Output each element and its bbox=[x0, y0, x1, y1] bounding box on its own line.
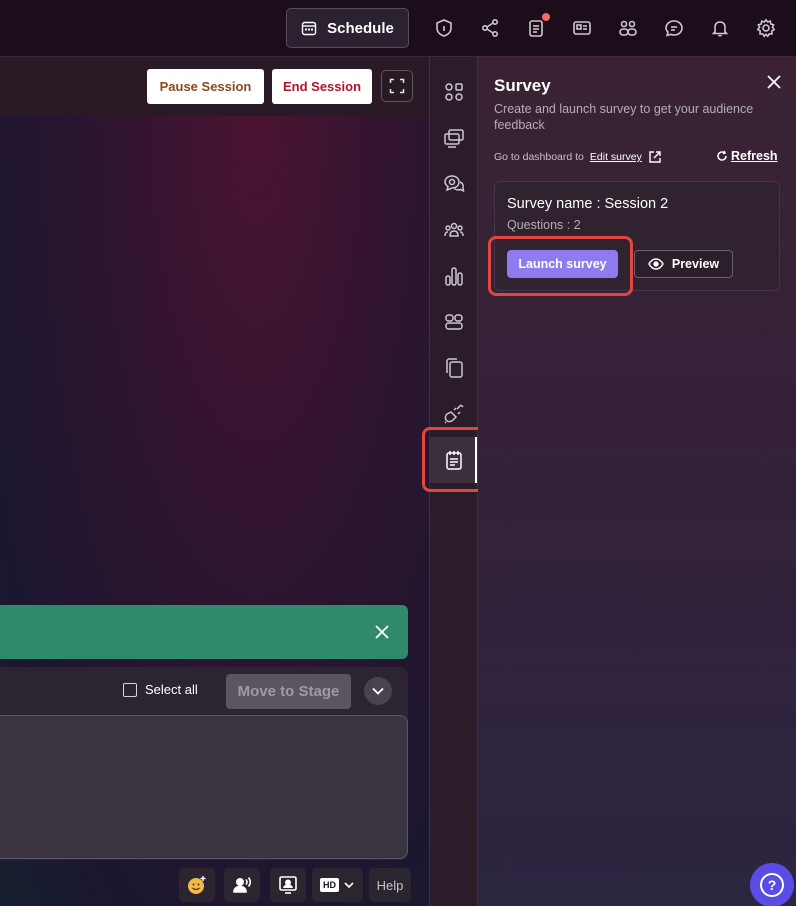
close-icon bbox=[375, 625, 389, 639]
fullscreen-button[interactable] bbox=[381, 70, 413, 102]
help-button[interactable]: Help bbox=[369, 868, 411, 902]
question-icon: ? bbox=[760, 873, 784, 897]
fullscreen-icon bbox=[389, 78, 405, 94]
select-all-checkbox[interactable] bbox=[123, 682, 137, 697]
pause-session-button[interactable]: Pause Session bbox=[147, 69, 264, 104]
preview-button[interactable]: Preview bbox=[634, 250, 733, 278]
notification-banner bbox=[0, 605, 408, 659]
edit-survey-link[interactable]: Edit survey bbox=[590, 151, 642, 163]
presenter-icon bbox=[279, 876, 297, 894]
hd-badge: HD bbox=[320, 878, 339, 892]
survey-name: Survey name : Session 2 bbox=[507, 196, 669, 212]
refresh-label: Refresh bbox=[731, 149, 778, 163]
panel-subtitle: Create and launch survey to get your aud… bbox=[494, 102, 754, 132]
survey-questions: Questions : 2 bbox=[507, 218, 581, 232]
files-icon[interactable] bbox=[440, 354, 468, 382]
reactions-button[interactable] bbox=[179, 868, 215, 902]
attendee-list-box bbox=[0, 715, 408, 859]
chevron-down-icon bbox=[372, 687, 384, 695]
notification-dot bbox=[542, 13, 550, 21]
chat-icon[interactable] bbox=[662, 16, 686, 40]
select-all-control[interactable]: Select all bbox=[123, 682, 198, 697]
expand-button[interactable] bbox=[364, 677, 392, 705]
refresh-icon bbox=[717, 150, 727, 161]
plug-icon[interactable] bbox=[440, 400, 468, 428]
notes-icon[interactable] bbox=[524, 13, 550, 40]
quality-selector[interactable]: HD bbox=[312, 868, 363, 902]
end-session-button[interactable]: End Session bbox=[272, 69, 372, 104]
calendar-icon bbox=[301, 21, 317, 36]
preview-label: Preview bbox=[671, 257, 720, 271]
eye-icon bbox=[648, 258, 664, 270]
dashboard-prefix: Go to dashboard to bbox=[494, 151, 584, 163]
panel-close-button[interactable] bbox=[764, 72, 784, 92]
move-to-stage-button[interactable]: Move to Stage bbox=[226, 674, 351, 709]
poll-chart-icon[interactable] bbox=[440, 262, 468, 290]
app-root: Schedule Pause Session End Session Selec… bbox=[0, 0, 796, 906]
panel-title: Survey bbox=[494, 76, 551, 95]
dashboard-row: Go to dashboard to Edit survey bbox=[494, 150, 662, 164]
emoji-icon bbox=[188, 876, 206, 894]
audience-icon[interactable] bbox=[440, 216, 468, 244]
close-icon bbox=[767, 75, 781, 89]
banner-close-button[interactable] bbox=[372, 622, 392, 642]
schedule-button[interactable]: Schedule bbox=[286, 8, 409, 48]
presentation-icon[interactable] bbox=[440, 124, 468, 152]
contact-card-icon[interactable] bbox=[570, 16, 594, 40]
apps-icon[interactable] bbox=[440, 78, 468, 106]
bell-icon[interactable] bbox=[708, 16, 732, 40]
share-icon[interactable] bbox=[478, 16, 502, 40]
speaking-person-icon bbox=[233, 877, 252, 893]
gear-icon[interactable] bbox=[754, 16, 778, 40]
shield-icon[interactable] bbox=[432, 16, 456, 40]
external-link-icon[interactable] bbox=[648, 150, 662, 164]
refresh-button[interactable]: Refresh bbox=[716, 149, 778, 163]
select-all-label: Select all bbox=[145, 682, 198, 697]
share-screen-button[interactable] bbox=[270, 868, 306, 902]
launch-survey-highlight bbox=[488, 236, 633, 296]
speaker-request-button[interactable] bbox=[224, 868, 260, 902]
chevron-down-icon bbox=[344, 882, 354, 889]
schedule-label: Schedule bbox=[327, 19, 394, 37]
people-icon[interactable] bbox=[616, 16, 640, 40]
layout-icon[interactable] bbox=[440, 308, 468, 336]
help-fab-button[interactable]: ? bbox=[750, 863, 794, 906]
qa-chat-icon[interactable] bbox=[440, 170, 468, 198]
